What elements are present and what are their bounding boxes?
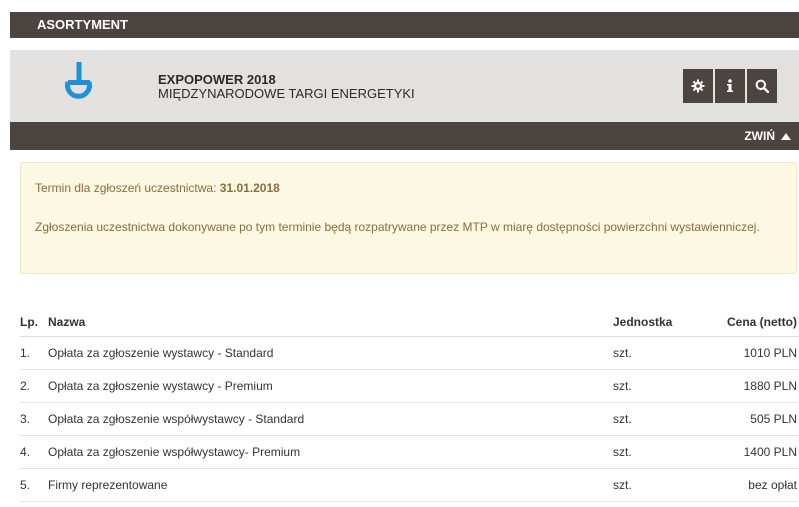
header-unit: Jednostka [613, 308, 704, 337]
settings-button[interactable] [683, 69, 713, 103]
table-header-row: Lp. Nazwa Jednostka Cena (netto) [20, 308, 799, 337]
row-lp: 4. [20, 435, 48, 469]
row-lp: 2. [20, 369, 48, 403]
search-icon [755, 79, 769, 93]
deadline-notice: Termin dla zgłoszeń uczestnictwa: 31.01.… [20, 162, 797, 274]
row-unit: szt. [613, 369, 704, 403]
row-price: 1880 PLN [704, 369, 799, 403]
row-name: Firmy reprezentowane [48, 468, 613, 502]
power-logo-icon [65, 62, 92, 99]
info-button[interactable] [715, 69, 745, 103]
deadline-date: 31.01.2018 [219, 181, 280, 195]
row-price: 1400 PLN [704, 435, 799, 469]
header-price: Cena (netto) [704, 308, 799, 337]
section-title: ASORTYMENT [37, 17, 128, 32]
row-name: Opłata za zgłoszenie współwystawcy- Prem… [48, 435, 613, 469]
row-name: Opłata za zgłoszenie wystawcy - Premium [48, 369, 613, 403]
row-name: Opłata za zgłoszenie współwystawcy - Sta… [48, 402, 613, 436]
header-name: Nazwa [48, 308, 613, 337]
section-title-bar: ASORTYMENT [10, 12, 799, 38]
event-logo [58, 60, 100, 102]
info-icon [727, 79, 733, 92]
table-row[interactable]: 4. Opłata za zgłoszenie współwystawcy- P… [20, 435, 799, 469]
event-subtitle: MIĘDZYNARODOWE TARGI ENERGETYKI [158, 86, 415, 101]
row-name: Opłata za zgłoszenie wystawcy - Standard [48, 336, 613, 370]
row-lp: 3. [20, 402, 48, 436]
row-price: bez opłat [704, 468, 799, 502]
table-row[interactable]: 1. Opłata za zgłoszenie wystawcy - Stand… [20, 336, 799, 370]
table-row[interactable]: 3. Opłata za zgłoszenie współwystawcy - … [20, 402, 799, 436]
row-price: 505 PLN [704, 402, 799, 436]
assortment-table: Lp. Nazwa Jednostka Cena (netto) 1. Opła… [20, 308, 799, 502]
collapse-bar: ZWIŃ [10, 122, 799, 150]
row-unit: szt. [613, 468, 704, 502]
deadline-line: Termin dla zgłoszeń uczestnictwa: 31.01.… [35, 181, 280, 195]
table-row[interactable]: 2. Opłata za zgłoszenie wystawcy - Premi… [20, 369, 799, 403]
row-unit: szt. [613, 402, 704, 436]
row-unit: szt. [613, 435, 704, 469]
caret-up-icon [781, 132, 791, 140]
collapse-button[interactable]: ZWIŃ [744, 122, 791, 150]
gear-icon [691, 79, 705, 93]
table-row[interactable]: 5. Firmy reprezentowane szt. bez opłat [20, 468, 799, 502]
collapse-label: ZWIŃ [744, 129, 775, 143]
row-unit: szt. [613, 336, 704, 370]
event-header: EXPOPOWER 2018 MIĘDZYNARODOWE TARGI ENER… [10, 50, 799, 122]
deadline-note: Zgłoszenia uczestnictwa dokonywane po ty… [35, 220, 760, 234]
search-button[interactable] [747, 69, 777, 103]
page: ASORTYMENT EXPOPOWER 2018 MIĘDZYNARODOWE… [0, 0, 799, 507]
header-lp: Lp. [20, 308, 48, 337]
deadline-label: Termin dla zgłoszeń uczestnictwa: [35, 181, 217, 195]
row-price: 1010 PLN [704, 336, 799, 370]
row-lp: 5. [20, 468, 48, 502]
event-title: EXPOPOWER 2018 [158, 72, 276, 87]
row-lp: 1. [20, 336, 48, 370]
